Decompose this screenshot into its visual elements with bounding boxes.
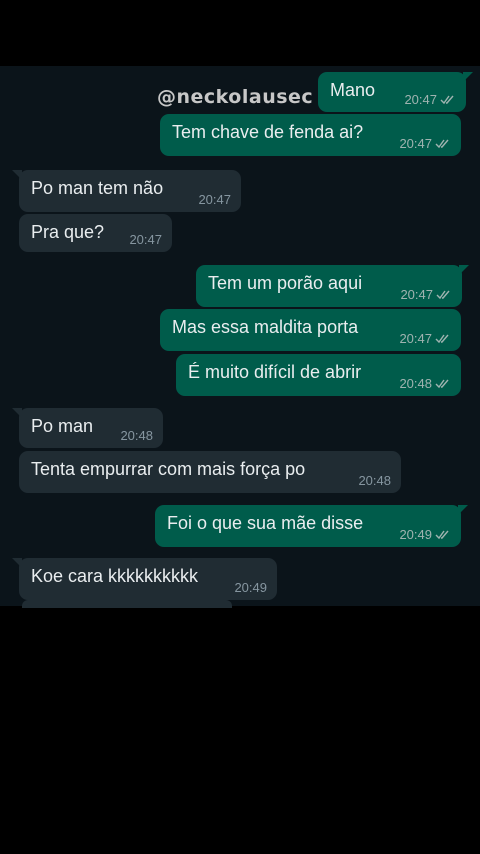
message-bubble-sent[interactable]: Tem um porão aqui 20:47: [196, 265, 469, 307]
double-check-icon: [436, 290, 450, 299]
message-text: É muito difícil de abrir: [188, 362, 362, 382]
message-text: Tem um porão aqui: [208, 273, 363, 293]
message-bubble-received[interactable]: Po man tem não 20:47: [12, 170, 241, 212]
message-time: 20:47: [129, 232, 162, 247]
message-bubble-received[interactable]: Tenta empurrar com mais força po 20:48: [19, 451, 401, 493]
double-check-icon: [435, 379, 449, 388]
message-time: 20:48: [358, 473, 391, 488]
chat-area[interactable]: Mano 20:47 Tem chave de fenda ai? 20:47 …: [0, 66, 480, 606]
partial-message-bubble: [22, 600, 232, 608]
message-text: Po man tem não: [31, 178, 164, 198]
message-time: 20:47: [404, 92, 456, 107]
message-time: 20:49: [399, 527, 451, 542]
message-text: Mano: [330, 80, 376, 100]
message-bubble-received[interactable]: Po man 20:48: [12, 408, 163, 448]
message-time: 20:47: [399, 331, 451, 346]
message-text: Po man: [31, 416, 94, 436]
message-text: Pra que?: [31, 222, 105, 242]
message-time: 20:47: [198, 192, 231, 207]
message-bubble-received[interactable]: Koe cara kkkkkkkkkk 20:49: [12, 558, 277, 600]
message-text: Foi o que sua mãe disse: [167, 513, 364, 533]
message-bubble-sent[interactable]: É muito difícil de abrir 20:48: [176, 354, 461, 396]
double-check-icon: [435, 530, 449, 539]
message-text: Koe cara kkkkkkkkkk: [31, 566, 199, 586]
message-text: Tenta empurrar com mais força po: [31, 459, 306, 479]
double-check-icon: [440, 95, 454, 104]
message-bubble-sent[interactable]: Foi o que sua mãe disse 20:49: [155, 505, 468, 547]
message-bubble-sent[interactable]: Tem chave de fenda ai? 20:47: [160, 114, 461, 156]
message-text: Mas essa maldita porta: [172, 317, 359, 337]
message-time: 20:47: [399, 136, 451, 151]
message-time: 20:47: [400, 287, 452, 302]
double-check-icon: [435, 139, 449, 148]
double-check-icon: [435, 334, 449, 343]
message-time: 20:48: [120, 428, 153, 443]
message-bubble-sent[interactable]: Mas essa maldita porta 20:47: [160, 309, 461, 351]
message-text: Tem chave de fenda ai?: [172, 122, 364, 142]
message-time: 20:48: [399, 376, 451, 391]
message-time: 20:49: [234, 580, 267, 595]
message-bubble-received[interactable]: Pra que? 20:47: [19, 214, 172, 252]
message-bubble-sent[interactable]: Mano 20:47: [318, 72, 473, 112]
watermark-username: @neckolausec: [157, 86, 314, 108]
